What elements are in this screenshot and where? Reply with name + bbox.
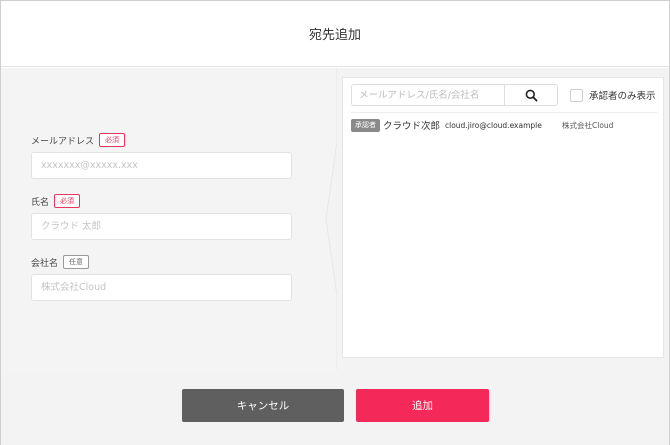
recipient-list-panel: 承認者のみ表示 承認者 クラウド次郎 cloud.jiro@cloud.exam… xyxy=(342,77,664,358)
contact-company: 株式会社Cloud xyxy=(562,120,614,130)
name-field-label: 氏名 必須 xyxy=(31,194,81,208)
contact-name: クラウド次郎 xyxy=(383,121,441,132)
approver-tag: 承認者 xyxy=(351,118,380,132)
cancel-button[interactable]: キャンセル xyxy=(182,389,344,422)
panel-divider-arrow xyxy=(325,68,337,370)
name-field[interactable] xyxy=(31,213,292,240)
add-button[interactable]: 追加 xyxy=(356,389,489,422)
company-field-label: 会社名 任意 xyxy=(31,255,90,269)
recipient-dialog: 宛先追加 メールアドレス 必須 氏名 必須 会社名 任意 xyxy=(0,0,670,445)
company-label-text: 会社名 xyxy=(31,258,59,269)
email-field[interactable] xyxy=(31,152,292,179)
dialog-header: 宛先追加 xyxy=(1,1,669,67)
contact-email: cloud.jiro@cloud.example xyxy=(445,120,542,130)
email-field-label: メールアドレス 必須 xyxy=(31,133,126,147)
optional-badge: 任意 xyxy=(63,255,90,269)
list-item[interactable]: 承認者 クラウド次郎 cloud.jiro@cloud.example 株式会社… xyxy=(351,116,657,134)
required-badge: 必須 xyxy=(99,133,126,147)
new-recipient-form: メールアドレス 必須 氏名 必須 会社名 任意 xyxy=(1,68,325,370)
dialog-body: メールアドレス 必須 氏名 必須 会社名 任意 xyxy=(1,68,669,370)
approver-only-label: 承認者のみ表示 xyxy=(589,91,656,102)
required-badge: 必須 xyxy=(54,194,81,208)
search-icon xyxy=(525,89,538,102)
approver-only-checkbox[interactable] xyxy=(570,88,583,102)
search-input[interactable] xyxy=(351,84,505,106)
email-label-text: メールアドレス xyxy=(31,136,95,147)
dialog-title: 宛先追加 xyxy=(308,28,361,43)
search-button[interactable] xyxy=(504,84,558,106)
approver-only-toggle[interactable]: 承認者のみ表示 xyxy=(570,88,656,102)
dialog-footer: キャンセル 追加 xyxy=(1,370,669,445)
company-field[interactable] xyxy=(31,274,292,301)
name-label-text: 氏名 xyxy=(31,197,50,208)
list-divider xyxy=(351,112,657,113)
